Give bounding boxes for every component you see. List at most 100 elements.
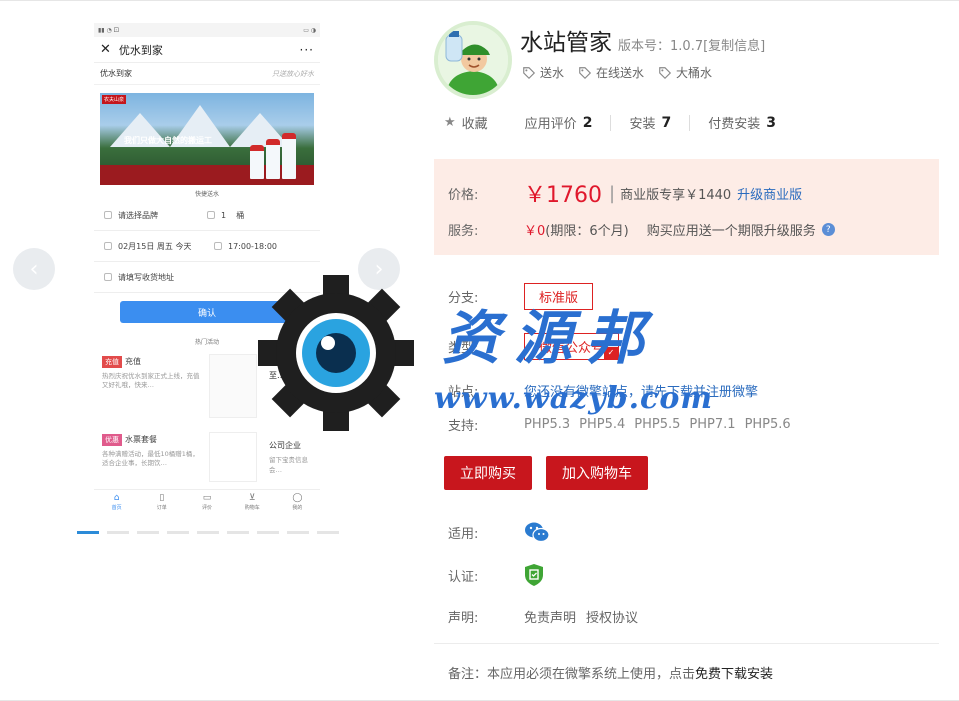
gallery-dot[interactable] (257, 531, 279, 534)
type-row: 类型: 微信公众号 (448, 333, 620, 360)
phone-statusbar: ▮▮ ◔ ⚀ ▭ ◑ (94, 23, 320, 37)
copy-info-link[interactable]: [复制信息] (703, 35, 765, 54)
gallery-dot[interactable] (197, 531, 219, 534)
app-name: 水站管家 (520, 30, 612, 56)
app-logo (434, 21, 512, 99)
chevron-left-icon: ‹ (29, 256, 39, 282)
form-row-time[interactable]: 02月15日 周五 今天 17:00-18:00 (94, 231, 320, 262)
tab-mine[interactable]: ◯ 我的 (275, 490, 320, 515)
tab-label: 购物车 (244, 505, 260, 511)
tab-orders[interactable]: ▯ 订单 (139, 490, 184, 515)
version-label: 版本号： (618, 39, 671, 54)
phone-banner: 农夫山泉 我们只做大自然的搬运工 (100, 93, 314, 185)
install-note: 备注：本应用必须在微擎系统上使用，点击免费下载安装 (448, 663, 773, 682)
disclaimer-link[interactable]: 免责声明 (524, 607, 576, 626)
free-download-link[interactable]: 免费下载安装 (695, 667, 773, 682)
license-link[interactable]: 授权协议 (586, 607, 638, 626)
gallery-dot[interactable] (317, 531, 339, 534)
gallery-dots (77, 531, 339, 534)
phone-title: 优水到家 (118, 43, 163, 57)
gallery-dot[interactable] (287, 531, 309, 534)
app-stats: ★ 收藏 应用评价 2 安装 7 付费安装 3 (444, 113, 776, 132)
service-label: 服务: (448, 224, 479, 239)
promo-recharge[interactable]: 充值 充值 热烈庆祝优水到家正式上线，充值又好礼哦，快来… (98, 352, 207, 430)
site-row: 站点: 您还没有微擎站点，请先下载并注册微擎 (448, 381, 758, 400)
mountain-shape (230, 113, 290, 147)
star-icon: ★ (444, 115, 456, 130)
tab-comments[interactable]: ▭ 评价 (184, 490, 229, 515)
close-icon: ✕ (100, 42, 111, 57)
phone-slogan: 只送放心好水 (272, 69, 314, 78)
upgrade-business-link[interactable]: 升级商业版 (737, 184, 802, 203)
promo-row-1: 充值 充值 热烈庆祝优水到家正式上线，充值又好礼哦，快来… 至…金 (94, 352, 320, 430)
phone-titlebar: ✕ 优水到家 ··· (94, 37, 320, 63)
promo-title: 公司企业 (269, 441, 301, 450)
app-detail: 水站管家 版本号： 1.0.7 [复制信息] 送水 在线送水 大桶水 ★ 收藏 (434, 1, 939, 701)
form-row-brand[interactable]: 请选择品牌 1 桶 (94, 200, 320, 231)
user-icon: ◯ (292, 493, 303, 503)
collect-button[interactable]: ★ 收藏 (444, 113, 488, 132)
tag-icon (523, 66, 536, 79)
more-icon: ··· (299, 42, 314, 57)
gallery-next-button[interactable]: › (358, 248, 400, 290)
tag-icon (659, 66, 672, 79)
promo-desc: 留下宝贵信息会… (269, 456, 308, 474)
phone-screenshot: ▮▮ ◔ ⚀ ▭ ◑ ✕ 优水到家 ··· 优水到家 只送放心好水 农夫山泉 我… (94, 23, 320, 515)
phone-brand: 优水到家 (100, 69, 132, 78)
water-bucket-image (209, 354, 257, 418)
statement-label: 声明: (448, 611, 479, 626)
php-version: PHP7.1 (689, 417, 736, 432)
branch-standard-option[interactable]: 标准版 (524, 283, 594, 310)
banner-text: 我们只做大自然的搬运工 (124, 136, 212, 145)
gallery-dot[interactable] (167, 531, 189, 534)
collect-label: 收藏 (461, 117, 488, 132)
tag-item[interactable]: 送水 (522, 64, 564, 81)
page: ‹ › ▮▮ ◔ ⚀ ▭ ◑ ✕ 优水到家 ··· 优水到家 只送放心好水 农夫… (0, 0, 959, 701)
promo-title: 充值 (125, 357, 141, 366)
register-site-link[interactable]: 您还没有微擎站点，请先下载并注册微擎 (524, 381, 758, 400)
tab-label: 我的 (292, 505, 303, 511)
building-image (209, 432, 257, 482)
reviews-stat[interactable]: 应用评价 2 (525, 113, 593, 133)
tag-label: 送水 (540, 66, 565, 80)
installs-stat: 安装 7 (629, 113, 671, 133)
tab-cart[interactable]: ⊻ 购物车 (230, 490, 275, 515)
delivery-man-icon (438, 25, 508, 95)
cart-icon: ⊻ (248, 493, 256, 503)
battery-icon: ▭ ◑ (303, 26, 316, 34)
divider (610, 114, 612, 131)
app-tags: 送水 在线送水 大桶水 (522, 64, 712, 81)
gallery-dot[interactable] (107, 531, 129, 534)
statement-row: 声明: 免责声明 授权协议 (448, 607, 648, 626)
gallery-dot[interactable] (77, 531, 99, 534)
tab-home[interactable]: ⌂ 首页 (94, 490, 139, 515)
add-to-cart-button[interactable]: 加入购物车 (546, 456, 648, 490)
order-icon: ▯ (159, 493, 165, 503)
divider (434, 643, 939, 644)
gallery-dot[interactable] (137, 531, 159, 534)
divider (689, 114, 691, 131)
type-label: 类型: (448, 341, 479, 356)
tag-item[interactable]: 在线送水 (578, 64, 644, 81)
tag-item[interactable]: 大桶水 (658, 64, 712, 81)
app-title-row: 水站管家 版本号： 1.0.7 [复制信息] (520, 23, 765, 57)
form-row-address[interactable]: 请填写收货地址 (94, 262, 320, 293)
promo-item-2[interactable]: 至…金 (207, 352, 316, 430)
phone-confirm-button[interactable]: 确认 (120, 301, 294, 323)
promo-tag: 优惠 (102, 434, 122, 446)
gallery-prev-button[interactable]: ‹ (13, 248, 55, 290)
phone-tabbar: ⌂ 首页 ▯ 订单 ▭ 评价 ⊻ 购物车 ◯ 我的 (94, 489, 320, 515)
buy-now-button[interactable]: 立即购买 (444, 456, 532, 490)
date-value: 02月15日 周五 今天 (118, 241, 192, 251)
gallery-dot[interactable] (227, 531, 249, 534)
bottle-shape (250, 145, 264, 179)
service-row: 服务: ￥0 (期限：6个月) 购买应用送一个期限升级服务 ? (448, 220, 835, 239)
tab-label: 首页 (111, 505, 122, 511)
bottle-shape (266, 139, 280, 179)
type-wechat-option[interactable]: 微信公众号 (524, 333, 620, 360)
time-value: 17:00-18:00 (228, 241, 277, 251)
cert-label: 认证: (448, 569, 479, 585)
php-version: PHP5.6 (744, 417, 791, 432)
home-icon: ⌂ (113, 493, 120, 503)
help-icon[interactable]: ? (821, 223, 835, 236)
